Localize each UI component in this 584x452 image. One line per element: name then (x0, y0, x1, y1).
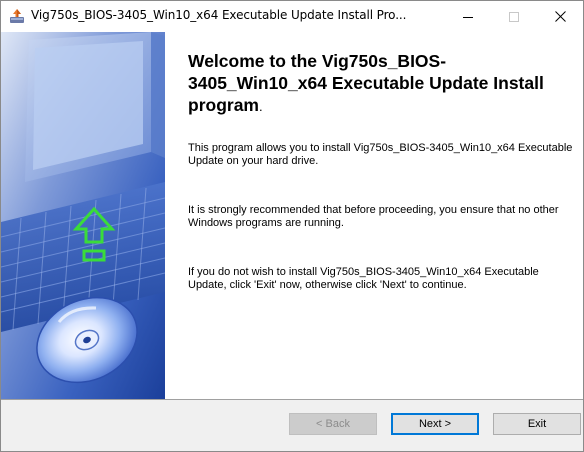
back-button[interactable]: < Back (289, 413, 377, 435)
exit-button[interactable]: Exit (493, 413, 581, 435)
minimize-icon (463, 16, 473, 18)
maximize-button[interactable] (491, 1, 537, 32)
intro-paragraph: This program allows you to install Vig75… (188, 142, 573, 167)
installer-window: Vig750s_BIOS-3405_Win10_x64 Executable U… (0, 0, 584, 452)
exit-instruction-paragraph: If you do not wish to install Vig750s_BI… (188, 266, 539, 291)
welcome-heading-period: . (258, 99, 263, 114)
next-button[interactable]: Next > (391, 413, 479, 435)
close-button[interactable] (537, 1, 583, 32)
recommendation-paragraph: It is strongly recommended that before p… (188, 204, 559, 229)
title-bar[interactable]: Vig750s_BIOS-3405_Win10_x64 Executable U… (1, 1, 583, 32)
welcome-heading-text: Welcome to the Vig750s_BIOS-3405_Win10_x… (188, 51, 544, 115)
installer-app-icon[interactable] (9, 8, 25, 24)
minimize-button[interactable] (445, 1, 491, 32)
installer-banner-image (1, 32, 165, 399)
button-bar: < Back Next > Exit (1, 400, 583, 451)
welcome-heading: Welcome to the Vig750s_BIOS-3405_Win10_x… (188, 50, 580, 118)
maximize-icon (509, 11, 519, 22)
window-title: Vig750s_BIOS-3405_Win10_x64 Executable U… (31, 8, 407, 22)
close-icon (554, 11, 566, 22)
welcome-content: Welcome to the Vig750s_BIOS-3405_Win10_x… (165, 32, 583, 399)
